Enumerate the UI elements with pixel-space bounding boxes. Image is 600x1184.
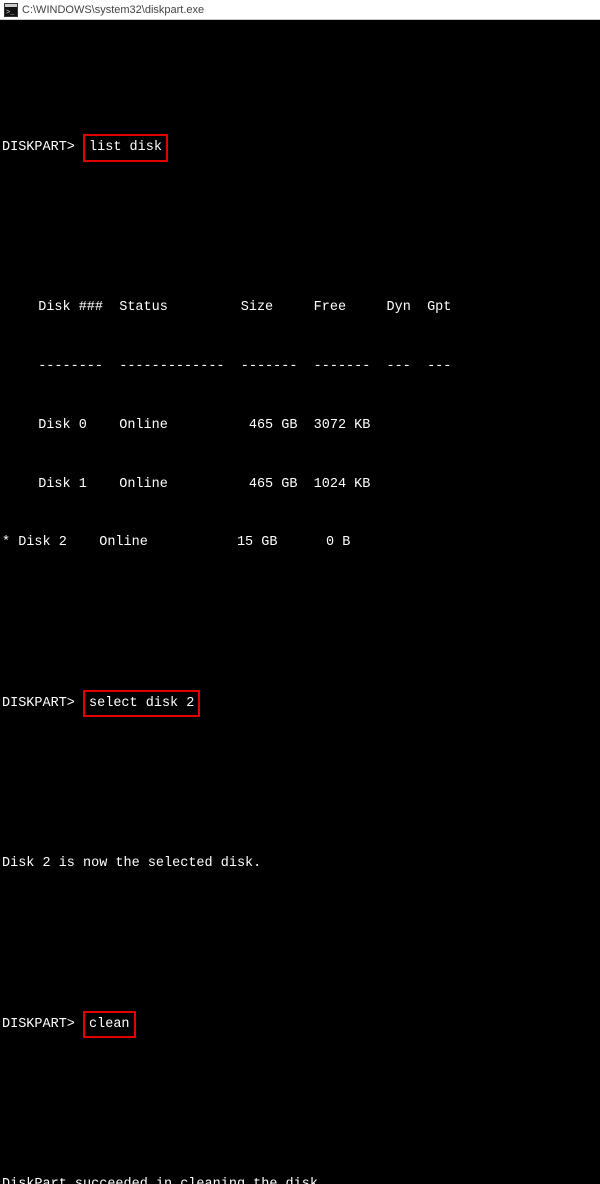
prompt: DISKPART> — [2, 1017, 75, 1032]
terminal-output: DISKPART> list disk Disk ### Status Size… — [0, 20, 600, 1184]
disk-table-row: Disk 1 Online 465 GB 1024 KB — [2, 475, 598, 495]
disk-table-row: * Disk 2 Online 15 GB 0 B — [2, 533, 598, 553]
prompt: DISKPART> — [2, 696, 75, 711]
window-title: C:\WINDOWS\system32\diskpart.exe — [22, 4, 204, 16]
command-select-disk: select disk 2 — [83, 690, 200, 718]
command-clean: clean — [83, 1011, 136, 1039]
window-titlebar: >_ C:\WINDOWS\system32\diskpart.exe — [0, 0, 600, 20]
svg-text:>_: >_ — [6, 9, 15, 17]
output-cleaned: DiskPart succeeded in cleaning the disk. — [2, 1175, 598, 1184]
prompt-line: DISKPART> select disk 2 — [2, 690, 598, 718]
disk-table-divider: -------- ------------- ------- ------- -… — [2, 357, 598, 377]
disk-table-header: Disk ### Status Size Free Dyn Gpt — [2, 298, 598, 318]
output-selected: Disk 2 is now the selected disk. — [2, 854, 598, 874]
prompt: DISKPART> — [2, 140, 75, 155]
prompt-line: DISKPART> clean — [2, 1011, 598, 1039]
app-icon: >_ — [4, 3, 18, 17]
prompt-line: DISKPART> list disk — [2, 134, 598, 162]
command-list-disk: list disk — [83, 134, 168, 162]
disk-table-row: Disk 0 Online 465 GB 3072 KB — [2, 416, 598, 436]
